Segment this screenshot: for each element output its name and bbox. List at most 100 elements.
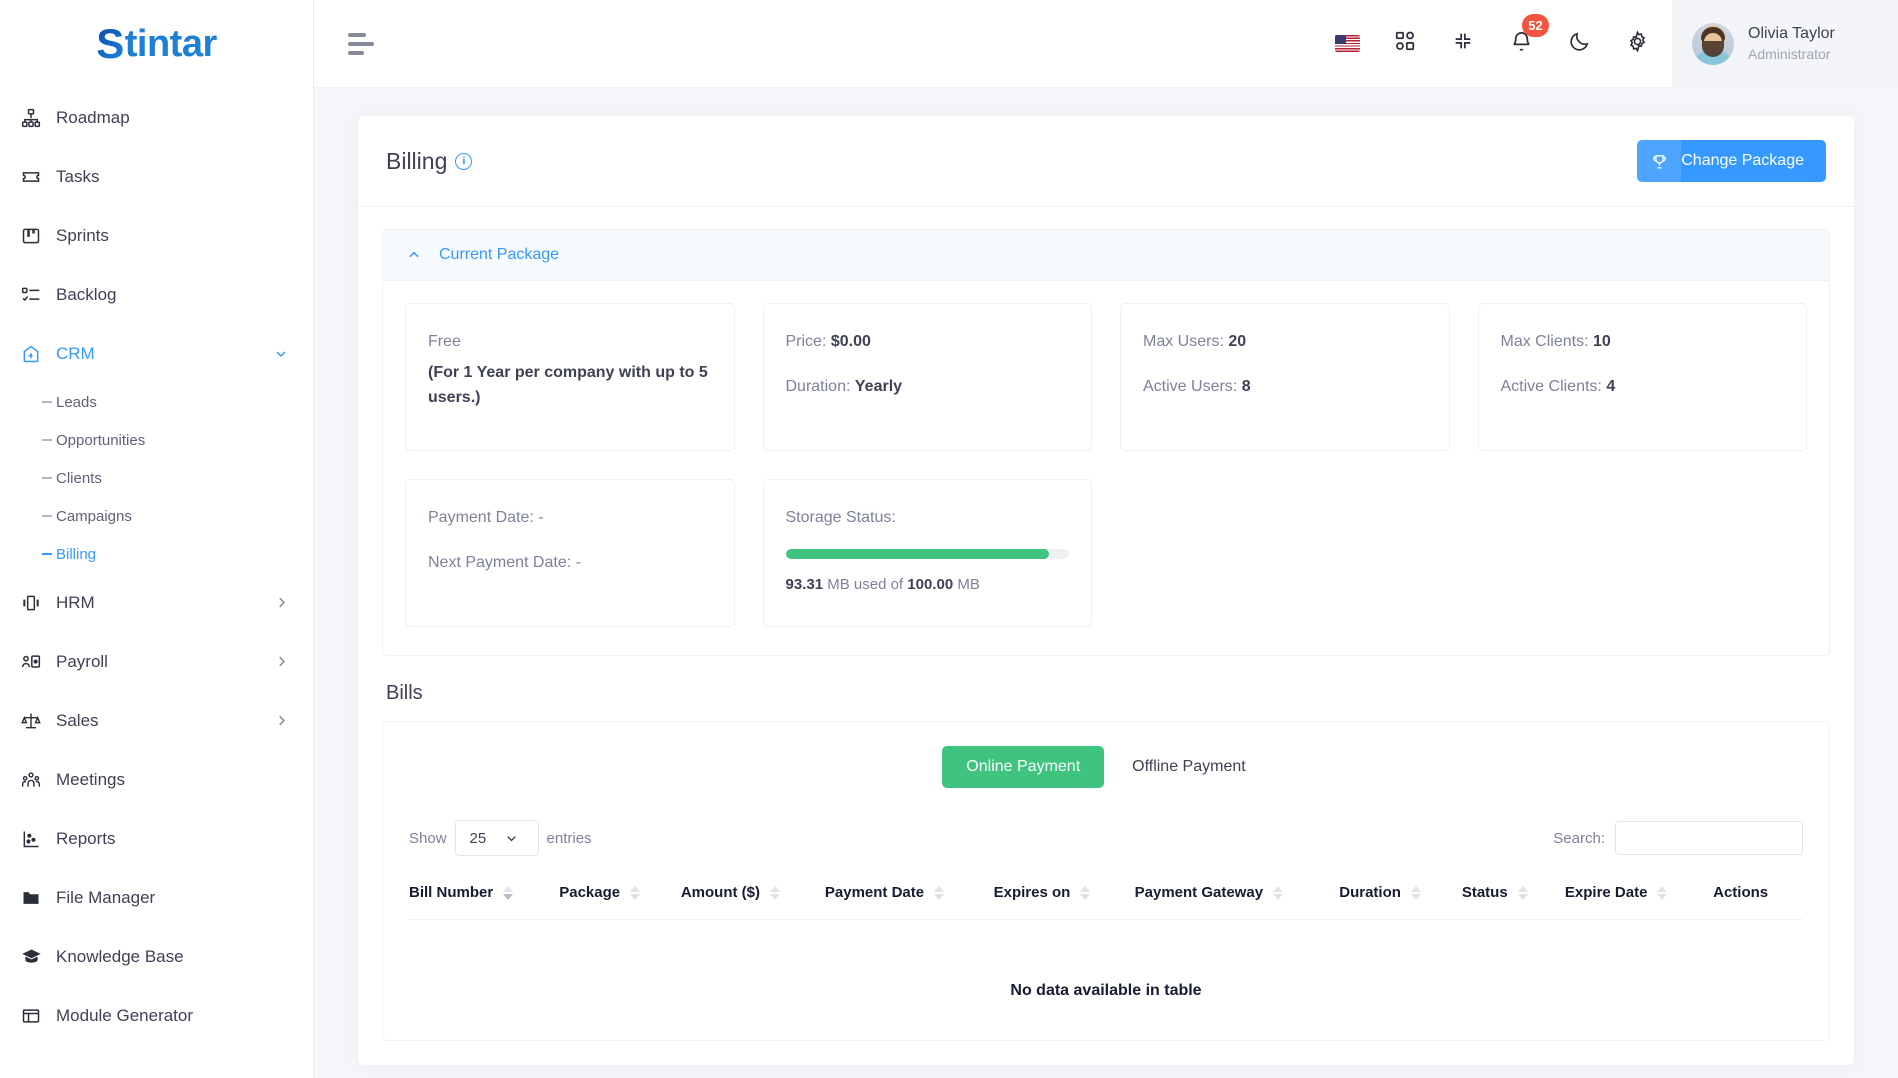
user-name: Olivia Taylor	[1748, 25, 1835, 43]
storage-mid-text: used of	[853, 575, 904, 593]
col-payment-gateway[interactable]: Payment Gateway	[1134, 868, 1340, 920]
sidebar-item-leads[interactable]: Leads	[0, 383, 313, 421]
sidebar-item-label: CRM	[56, 343, 95, 363]
col-label: Expires on	[993, 884, 1071, 901]
search-input[interactable]	[1615, 821, 1803, 855]
sidebar-item-campaigns[interactable]: Campaigns	[0, 497, 313, 535]
col-status[interactable]: Status	[1461, 868, 1565, 920]
search-area: Search:	[1553, 821, 1803, 855]
sort-icon	[769, 885, 780, 900]
show-label: Show	[409, 829, 447, 847]
sidebar-item-label: Backlog	[56, 284, 117, 304]
sort-icon	[630, 885, 641, 900]
col-label: Status	[1461, 884, 1508, 901]
max-clients-value: 10	[1592, 333, 1611, 350]
dash-icon	[42, 515, 52, 517]
sidebar-item-file-manager[interactable]: File Manager	[0, 868, 313, 927]
sidebar-item-crm[interactable]: CRM	[0, 324, 313, 383]
sidebar-item-label: Roadmap	[56, 107, 130, 127]
current-package-label: Current Package	[439, 246, 560, 263]
max-users-value: 20	[1228, 333, 1247, 350]
col-bill-number[interactable]: Bill Number	[409, 868, 560, 920]
next-payment-date-value: -	[575, 553, 581, 571]
active-clients-label: Active Clients:	[1500, 377, 1602, 395]
current-package-panel: Current Package Free (For 1 Year per com…	[382, 229, 1830, 656]
info-icon[interactable]: i	[455, 152, 473, 170]
page-size-select[interactable]: 25	[454, 820, 539, 856]
brand-logo-mark: S	[96, 20, 124, 67]
brand-logo[interactable]: Stintar	[0, 0, 313, 88]
sidebar: Stintar Roadmap Tasks Sprints Backlog CR…	[0, 0, 314, 1078]
sidebar-item-label: Payroll	[56, 651, 108, 671]
apps-button[interactable]	[1376, 0, 1434, 88]
sidebar-item-opportunities[interactable]: Opportunities	[0, 421, 313, 459]
storage-total: 100.00	[907, 575, 954, 593]
dash-icon	[42, 553, 52, 555]
sidebar-item-tasks[interactable]: Tasks	[0, 147, 313, 206]
col-expire-date[interactable]: Expire Date	[1564, 868, 1714, 920]
sidebar-item-billing[interactable]: Billing	[0, 535, 313, 573]
active-users-value: 8	[1241, 377, 1251, 395]
tile-plan: Free (For 1 Year per company with up to …	[405, 303, 735, 451]
sidebar-item-meetings[interactable]: Meetings	[0, 750, 313, 809]
col-payment-date[interactable]: Payment Date	[824, 868, 994, 920]
dash-icon	[42, 477, 52, 479]
sidebar-item-payroll[interactable]: Payroll	[0, 632, 313, 691]
bills-title: Bills	[386, 682, 423, 704]
notification-badge: 52	[1522, 13, 1549, 37]
col-package[interactable]: Package	[559, 868, 681, 920]
dark-mode-toggle[interactable]	[1550, 0, 1608, 88]
tab-online-payment[interactable]: Online Payment	[942, 746, 1105, 788]
sidebar-item-reports[interactable]: Reports	[0, 809, 313, 868]
user-menu[interactable]: Olivia Taylor Administrator	[1672, 0, 1898, 88]
tile-payment-dates: Payment Date: - Next Payment Date: -	[405, 479, 735, 627]
sidebar-item-module-generator[interactable]: Module Generator	[0, 986, 313, 1045]
duration-row: Duration: Yearly	[786, 375, 1070, 400]
sidebar-subitem-label: Campaigns	[56, 507, 132, 525]
sidebar-item-label: Meetings	[56, 769, 125, 789]
ticket-icon	[20, 166, 42, 188]
col-label: Bill Number	[409, 884, 494, 901]
storage-total-unit: MB	[957, 575, 980, 593]
sidebar-item-sprints[interactable]: Sprints	[0, 206, 313, 265]
sidebar-item-backlog[interactable]: Backlog	[0, 265, 313, 324]
sort-icon	[503, 885, 514, 900]
fullscreen-button[interactable]	[1434, 0, 1492, 88]
sidebar-item-hrm[interactable]: HRM	[0, 573, 313, 632]
language-selector[interactable]	[1318, 0, 1376, 88]
bills-panel: Online Payment Offline Payment Show 25 e…	[382, 721, 1830, 1041]
notifications-button[interactable]: 52	[1492, 0, 1550, 88]
sidebar-item-roadmap[interactable]: Roadmap	[0, 88, 313, 147]
col-amount[interactable]: Amount ($)	[680, 868, 825, 920]
page-title-text: Billing	[386, 147, 448, 174]
max-users-label: Max Users:	[1143, 333, 1224, 350]
empty-state-row: No data available in table	[409, 920, 1803, 1041]
sidebar-item-sales[interactable]: Sales	[0, 691, 313, 750]
tile-clients: Max Clients: 10 Active Clients: 4	[1477, 303, 1807, 451]
collapse-fullscreen-icon	[1452, 30, 1474, 57]
main-area: 52 Olivia Taylor Administrator Billing i…	[314, 0, 1898, 1078]
tile-storage: Storage Status: 93.31 MB used of 100.00	[762, 479, 1092, 627]
menu-toggle-icon[interactable]	[348, 32, 374, 55]
us-flag-icon	[1334, 35, 1360, 52]
graduation-cap-icon	[20, 946, 42, 968]
col-expires-on[interactable]: Expires on	[993, 868, 1135, 920]
bills-table: Bill Number Package Amount ($) Payment D…	[409, 868, 1803, 1040]
settings-button[interactable]	[1608, 0, 1666, 88]
sort-icon	[934, 885, 945, 900]
max-users-row: Max Users: 20	[1143, 330, 1427, 355]
sidebar-subitem-label: Opportunities	[56, 431, 146, 449]
active-users-row: Active Users: 8	[1143, 375, 1427, 400]
sidebar-item-clients[interactable]: Clients	[0, 459, 313, 497]
col-duration[interactable]: Duration	[1339, 868, 1462, 920]
sidebar-subitem-label: Billing	[56, 545, 97, 563]
current-package-toggle[interactable]: Current Package	[383, 230, 1829, 281]
bills-table-area: Bill Number Package Amount ($) Payment D…	[383, 868, 1829, 1040]
change-package-button[interactable]: Change Package	[1637, 140, 1826, 182]
people-icon	[20, 769, 42, 791]
tab-offline-payment[interactable]: Offline Payment	[1108, 746, 1270, 788]
next-payment-date-label: Next Payment Date:	[428, 553, 572, 571]
tile-users: Max Users: 20 Active Users: 8	[1120, 303, 1450, 451]
sidebar-item-knowledge-base[interactable]: Knowledge Base	[0, 927, 313, 986]
billing-card-header: Billing i Change Package	[358, 116, 1854, 207]
